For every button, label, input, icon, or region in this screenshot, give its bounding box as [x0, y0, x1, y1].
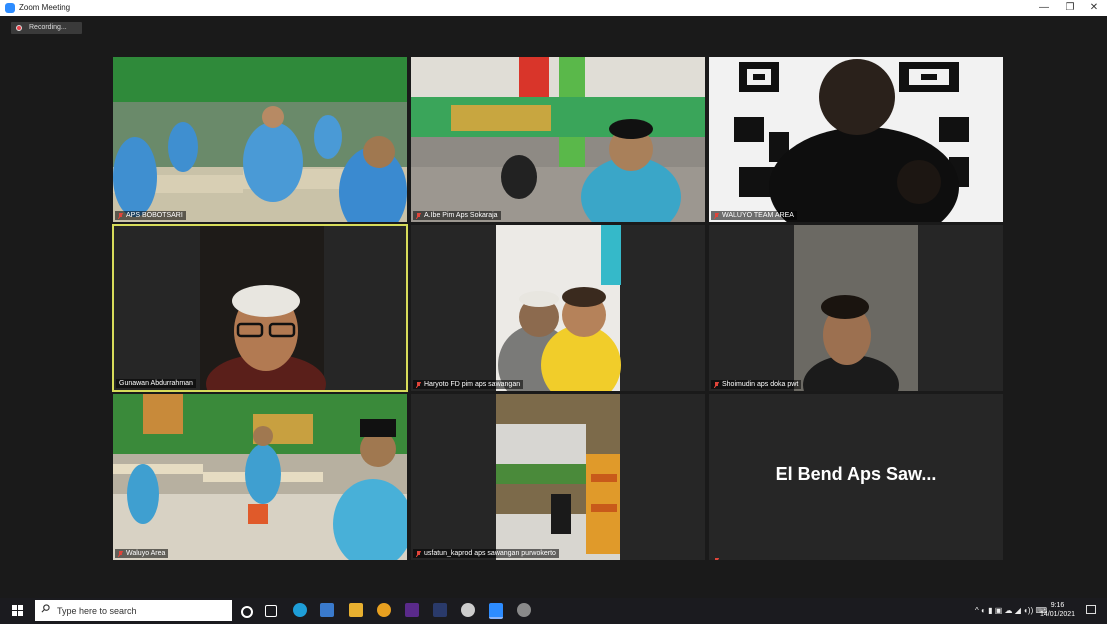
participant-video: [113, 394, 407, 560]
media-player-icon[interactable]: [433, 603, 447, 617]
mic-muted-icon: [714, 382, 719, 388]
participant-name: Waluyo Area: [126, 550, 166, 557]
participant-name: WALUYO TEAM AREA: [722, 212, 794, 219]
close-button[interactable]: ✕: [1084, 1, 1104, 15]
mic-muted-icon: [118, 551, 123, 557]
participant-name-label: Haryoto FD pim aps sawangan: [413, 380, 524, 389]
recording-indicator[interactable]: Recording...: [11, 22, 82, 34]
minimize-button[interactable]: —: [1034, 1, 1054, 15]
video-tile[interactable]: Waluyo Area: [113, 394, 407, 560]
zoom-taskbar-icon[interactable]: [489, 603, 503, 619]
premiere-icon[interactable]: [405, 603, 419, 617]
edge-browser-icon[interactable]: [293, 603, 307, 617]
zoom-app-icon: [5, 3, 15, 13]
participant-name-label: APS BOBOTSARI: [115, 211, 186, 220]
windows-taskbar: Type here to search ^ ◐ ▮ ▣ ☁ ◢ ◖)) ⌨ 9:…: [0, 598, 1107, 624]
participant-video: [114, 226, 406, 390]
participant-name: Shoimudin aps doka pwt: [722, 381, 799, 388]
window-titlebar: Zoom Meeting — ❐ ✕: [0, 0, 1107, 16]
video-tile[interactable]: Shoimudin aps doka pwt: [709, 225, 1003, 391]
windows-start-icon[interactable]: [12, 605, 23, 616]
taskbar-search-box[interactable]: Type here to search: [35, 600, 232, 621]
mic-muted-icon: [416, 213, 421, 219]
video-tile-active-speaker[interactable]: Gunawan Abdurrahman: [112, 224, 408, 392]
mic-muted-icon: [714, 213, 719, 219]
participant-name-label: Waluyo Area: [115, 549, 169, 558]
file-explorer-icon[interactable]: [349, 603, 363, 617]
mic-muted-icon: [416, 382, 421, 388]
participant-video: [411, 394, 705, 560]
participant-name-label: A.Ibe Pim Aps Sokaraja: [413, 211, 501, 220]
recording-label: Recording...: [29, 24, 67, 31]
participant-video: [709, 57, 1003, 222]
mic-muted-icon: [416, 551, 421, 557]
clock-date: 14/01/2021: [1040, 611, 1076, 618]
participant-name: Haryoto FD pim aps sawangan: [424, 381, 521, 388]
participant-name-label: [711, 556, 725, 560]
video-tile-no-video[interactable]: El Bend Aps Saw...: [709, 394, 1003, 560]
taskbar-clock[interactable]: 9:16 14/01/2021: [1040, 601, 1075, 619]
mic-muted-icon: [118, 213, 123, 219]
clock-time: 9:16: [1050, 602, 1065, 609]
mic-muted-icon: [715, 558, 719, 560]
settings-gear-icon[interactable]: [461, 603, 475, 617]
task-view-icon[interactable]: [265, 605, 277, 617]
search-icon: [41, 604, 50, 613]
system-tray-icons[interactable]: ^ ◐ ▮ ▣ ☁ ◢ ◖)) ⌨: [975, 606, 1047, 615]
store-icon[interactable]: [320, 603, 334, 617]
participant-video: [411, 225, 705, 391]
participant-name: usfatun_kaprod aps sawangan purwokerto: [424, 550, 556, 557]
snipping-tool-icon[interactable]: [517, 603, 531, 617]
cortana-icon[interactable]: [241, 606, 253, 618]
notification-icon[interactable]: [1086, 605, 1096, 614]
participant-video: [709, 225, 1003, 391]
participant-name-label: Shoimudin aps doka pwt: [711, 380, 802, 389]
participant-name-label: usfatun_kaprod aps sawangan purwokerto: [413, 549, 559, 558]
search-placeholder: Type here to search: [57, 606, 137, 616]
video-tile[interactable]: Haryoto FD pim aps sawangan: [411, 225, 705, 391]
video-tile[interactable]: WALUYO TEAM AREA: [709, 57, 1003, 222]
recording-dot-icon: [16, 25, 22, 31]
participant-video: [411, 57, 705, 222]
participant-name: Gunawan Abdurrahman: [119, 380, 193, 387]
participant-name-label: WALUYO TEAM AREA: [711, 211, 797, 220]
participant-name-label: Gunawan Abdurrahman: [116, 379, 196, 388]
video-tile[interactable]: APS BOBOTSARI: [113, 57, 407, 222]
restore-button[interactable]: ❐: [1060, 1, 1080, 15]
participant-display-name: El Bend Aps Saw...: [775, 464, 937, 484]
participant-name: APS BOBOTSARI: [126, 212, 183, 219]
chrome-icon[interactable]: [377, 603, 391, 617]
participant-video: [113, 57, 407, 222]
video-tile[interactable]: usfatun_kaprod aps sawangan purwokerto: [411, 394, 705, 560]
window-title: Zoom Meeting: [19, 3, 71, 12]
participant-name: A.Ibe Pim Aps Sokaraja: [424, 212, 498, 219]
video-tile[interactable]: A.Ibe Pim Aps Sokaraja: [411, 57, 705, 222]
